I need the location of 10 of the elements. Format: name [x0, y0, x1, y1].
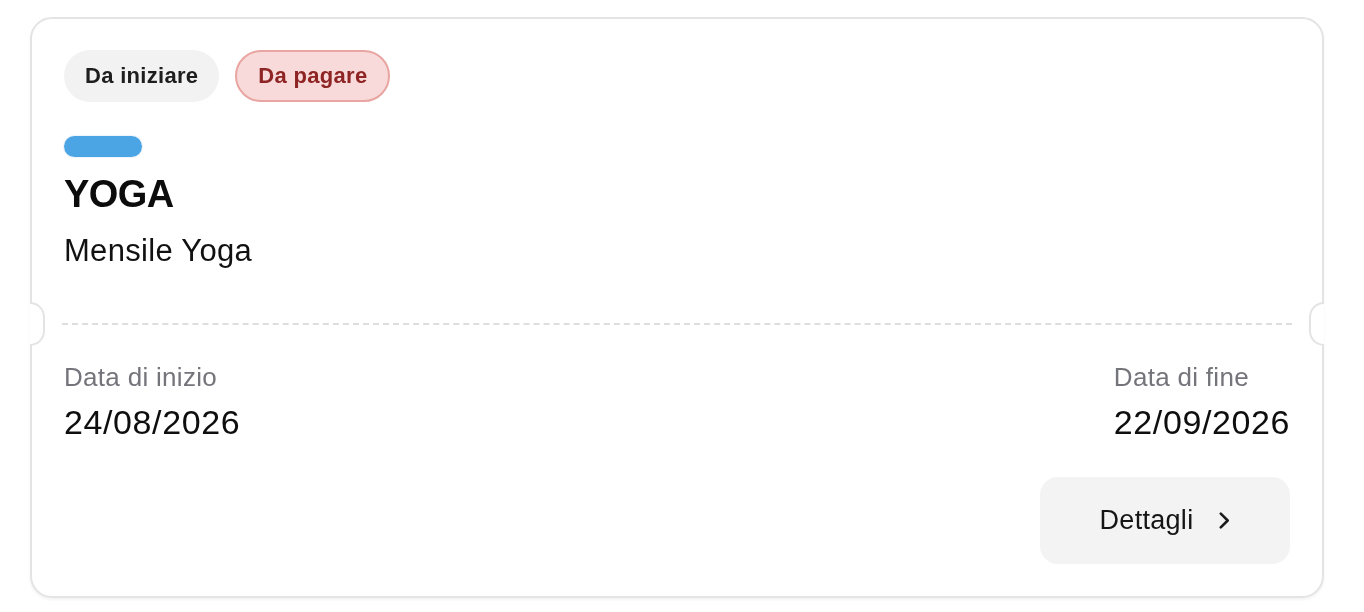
date-value: 22/09/2026	[1113, 402, 1290, 442]
status-badge: Da pagare	[235, 50, 391, 102]
course-subtitle: Mensile Yoga	[64, 232, 253, 270]
details-button[interactable]: Dettagli	[1040, 477, 1290, 564]
date-label: Data di inizio	[64, 361, 219, 394]
course-title: YOGA	[64, 172, 174, 216]
date-value: 24/08/2026	[64, 402, 241, 442]
status-badge: Da iniziare	[64, 50, 220, 102]
date-label: Data di fine	[1113, 361, 1250, 394]
chevron-right-icon	[1219, 512, 1231, 529]
